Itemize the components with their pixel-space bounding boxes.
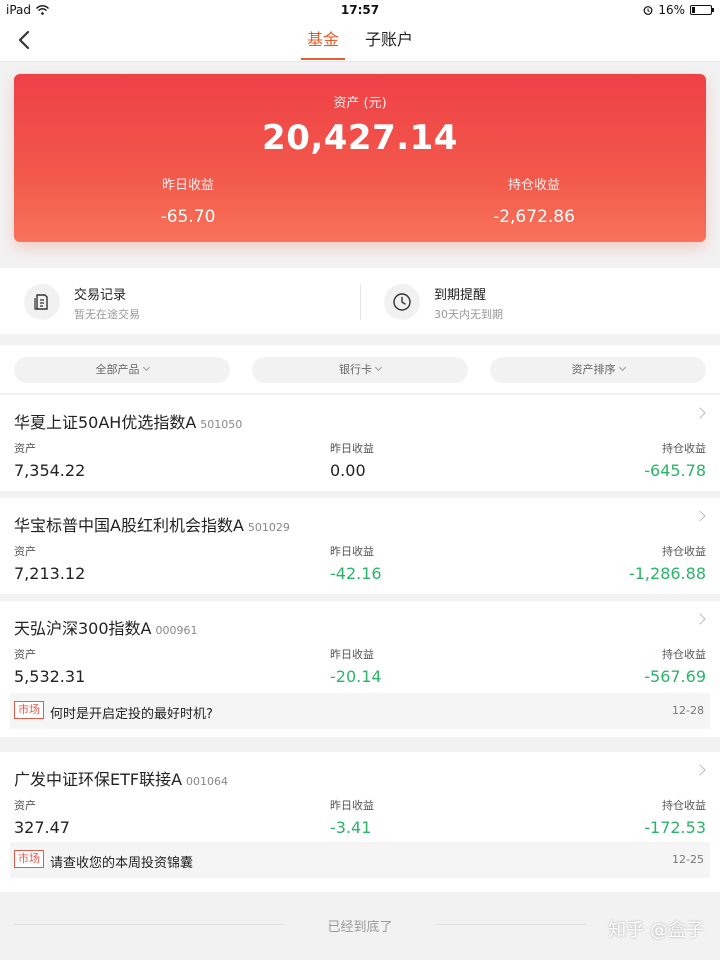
- chevron-down-icon: [618, 363, 626, 372]
- transaction-records-subtitle: 暂无在途交易: [74, 308, 140, 321]
- quick-links: 交易记录 暂无在途交易 到期提醒 30天内无到期: [0, 268, 720, 334]
- fund-code: 000961: [155, 624, 198, 637]
- battery-icon: [690, 5, 714, 15]
- alarm-icon: [643, 6, 653, 15]
- yesterday-earnings-value: -65.70: [160, 207, 216, 227]
- news-title: 请查收您的本周投资锦囊: [50, 856, 194, 871]
- fund-code: 001064: [186, 775, 229, 788]
- maturity-reminder-link[interactable]: 到期提醒 30天内无到期: [384, 268, 720, 334]
- chevron-right-icon: [694, 510, 706, 522]
- fund-asset-label: 资产: [14, 648, 36, 661]
- fund-yesterday-value: 0.00: [330, 461, 366, 480]
- fund-holding-value: -1,286.88: [628, 564, 706, 583]
- fund-card[interactable]: 广发中证环保ETF联接A 001064 资产 昨日收益 持仓收益 327.47 -…: [0, 752, 720, 892]
- fund-asset-value: 7,354.22: [14, 461, 86, 480]
- tab-fund[interactable]: 基金: [300, 20, 346, 62]
- fund-yesterday-label: 昨日收益: [330, 545, 374, 558]
- holding-earnings-value: -2,672.86: [493, 207, 575, 227]
- chevron-down-icon: [374, 363, 383, 372]
- fund-yesterday-value: -20.14: [330, 667, 382, 686]
- filter-bar: 全部产品 银行卡 资产排序: [0, 345, 720, 393]
- chevron-right-icon: [694, 764, 706, 776]
- fund-yesterday-value: -42.16: [330, 564, 382, 583]
- fund-yesterday-label: 昨日收益: [330, 442, 374, 455]
- fund-name: 华夏上证50AH优选指数A: [14, 413, 197, 432]
- filter-asset-sort[interactable]: 资产排序: [490, 357, 706, 383]
- tab-bar: 基金 子账户: [0, 20, 720, 62]
- fund-asset-value: 5,532.31: [14, 667, 86, 686]
- document-icon: [34, 294, 48, 310]
- transaction-records-link[interactable]: 交易记录 暂无在途交易: [24, 268, 364, 334]
- status-time: 17:57: [340, 3, 380, 17]
- fund-asset-value: 7,213.12: [14, 564, 86, 583]
- tab-sub-account[interactable]: 子账户: [359, 20, 419, 62]
- fund-card[interactable]: 华宝标普中国A股红利机会指数A 501029 资产 昨日收益 持仓收益 7,213…: [0, 498, 720, 594]
- fund-code: 501050: [200, 418, 243, 431]
- fund-asset-value: 327.47: [14, 818, 70, 837]
- news-date: 12-28: [672, 704, 704, 717]
- chevron-right-icon: [694, 407, 706, 419]
- filter-all-products[interactable]: 全部产品: [14, 357, 230, 383]
- asset-summary-card: 资产 (元) 20,427.14 昨日收益 -65.70 持仓收益 -2,672…: [14, 74, 706, 242]
- fund-card[interactable]: 天弘沪深300指数A 000961 资产 昨日收益 持仓收益 5,532.31 -…: [0, 601, 720, 737]
- nav-bar: 基金 子账户: [0, 20, 720, 62]
- chevron-right-icon: [694, 613, 706, 625]
- fund-yesterday-label: 昨日收益: [330, 799, 374, 812]
- fund-yesterday-label: 昨日收益: [330, 648, 374, 661]
- yesterday-earnings-label: 昨日收益: [161, 178, 214, 193]
- fund-yesterday-value: -3.41: [330, 818, 372, 837]
- market-tag: 市场: [14, 701, 44, 719]
- fund-name: 华宝标普中国A股红利机会指数A: [14, 516, 244, 535]
- filter-asset-sort-label: 资产排序: [571, 363, 616, 376]
- fund-holding-value: -172.53: [644, 818, 706, 837]
- market-tag: 市场: [14, 850, 44, 868]
- news-title: 何时是开启定投的最好时机?: [50, 707, 213, 722]
- total-asset-label: 资产 (元): [333, 96, 387, 111]
- battery-level: [692, 7, 695, 13]
- fund-asset-label: 资产: [14, 799, 36, 812]
- fund-holding-value: -645.78: [644, 461, 706, 480]
- holding-earnings-label: 持仓收益: [507, 178, 560, 193]
- chevron-down-icon: [142, 363, 150, 372]
- status-bar: iPad 17:57 16%: [0, 0, 720, 20]
- fund-holding-label: 持仓收益: [662, 648, 706, 661]
- fund-asset-label: 资产: [14, 442, 36, 455]
- fund-holding-label: 持仓收益: [662, 799, 706, 812]
- fund-holding-label: 持仓收益: [662, 545, 706, 558]
- market-news-item[interactable]: 市场 请查收您的本周投资锦囊 12-25: [10, 842, 710, 878]
- transaction-records-title: 交易记录: [74, 288, 127, 303]
- fund-card[interactable]: 华夏上证50AH优选指数A 501050 资产 昨日收益 持仓收益 7,354.2…: [0, 395, 720, 491]
- filter-bank-card[interactable]: 银行卡: [252, 357, 468, 383]
- divider: [360, 284, 361, 320]
- fund-name: 天弘沪深300指数A: [14, 619, 152, 638]
- maturity-reminder-title: 到期提醒: [434, 288, 487, 303]
- divider: [436, 924, 586, 925]
- battery-percent: 16%: [658, 3, 685, 17]
- watermark: 知乎 @盒子: [608, 920, 704, 941]
- fund-holding-value: -567.69: [644, 667, 706, 686]
- clock-icon: [393, 293, 411, 311]
- total-asset-value: 20,427.14: [262, 118, 458, 158]
- fund-asset-label: 资产: [14, 545, 36, 558]
- maturity-reminder-subtitle: 30天内无到期: [434, 308, 503, 321]
- news-date: 12-25: [672, 853, 704, 866]
- fund-name: 广发中证环保ETF联接A: [14, 770, 183, 789]
- fund-code: 501029: [247, 521, 290, 534]
- filter-bank-card-label: 银行卡: [339, 363, 372, 376]
- filter-all-products-label: 全部产品: [95, 363, 140, 376]
- fund-holding-label: 持仓收益: [662, 442, 706, 455]
- list-end-footer: 已经到底了 知乎 @盒子: [0, 900, 720, 960]
- market-news-item[interactable]: 市场 何时是开启定投的最好时机? 12-28: [10, 693, 710, 729]
